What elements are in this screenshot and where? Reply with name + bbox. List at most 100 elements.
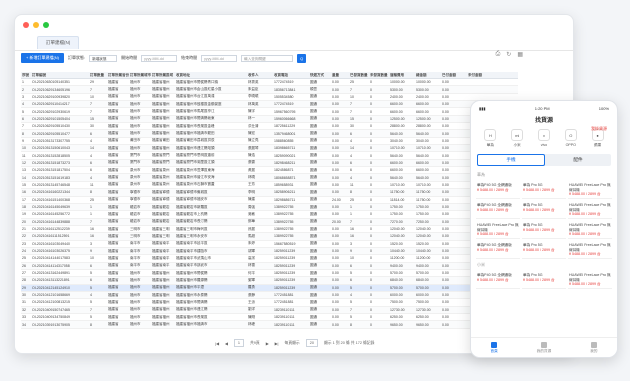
table-row[interactable]: 18 OI-20210416145049639 1 福建省 龍岩市 福建省龍岩 福建省龍岩市… (21, 203, 518, 212)
column-header[interactable]: 未付金額 (467, 73, 493, 78)
table-cell: 圓通 (310, 263, 317, 268)
table-row[interactable]: 9 OI-20210513173307755 4 福建省 莆田市 福建省莆田 福建省莆田市荔… (21, 138, 518, 146)
table-row[interactable]: 11 OI-20210513152818505 4 福建省 廈門市 福建省廈門 福建省廈門市… (21, 152, 518, 160)
start-date-input[interactable]: yyyy-MM-dd (141, 54, 178, 62)
per-page-select[interactable]: 20 (305, 339, 318, 347)
column-header[interactable]: 訂單所屬省份 (107, 73, 129, 78)
column-header[interactable]: 總金額 (415, 73, 441, 78)
table-row[interactable]: 28 OI-20210413113221891 6 福建省 福州市 福建省福州 福建省福州市… (21, 277, 518, 285)
product-card[interactable]: HUAWEI FreeLace Pro 無線耳機 ¥ 5488.00 / 2899… (476, 221, 520, 239)
table-cell: 0 (370, 124, 372, 129)
table-row[interactable]: 32 OI-20210409150747465 7 福建省 福州市 福建省福州 福建省福州市… (21, 306, 518, 314)
maximize-dot-icon[interactable] (43, 22, 49, 28)
table-row[interactable]: 16 OI-20210416160221344 8 福建省 寧德市 福建省寧德 福建省寧德市… (21, 189, 518, 197)
product-card[interactable]: 華為P40 5G 全網通版 ¥ 5488.00 / 2899 台 (476, 241, 520, 259)
product-card[interactable]: HUAWEI FreeLace Pro 無線耳機 ¥ 5488.00 / 2899… (568, 241, 612, 259)
column-header[interactable]: 訂單所屬城市 (129, 73, 151, 78)
keyword-input[interactable]: 輸入查詢關鍵 (241, 54, 294, 62)
table-row[interactable]: 17 OI-20210416151400368 25 福建省 寧德市 福建省寧德 福建省寧德… (21, 197, 518, 204)
column-header[interactable]: 收貨地址 (175, 73, 247, 78)
column-header[interactable]: 快遞方式 (309, 73, 331, 78)
product-card[interactable]: 華為 Pro 5G ¥ 5488.00 / 2899 台 (522, 271, 566, 289)
table-row[interactable]: 22 OI-20210416111512591 16 福建省 三明市 福建省三明 福建省三明… (21, 233, 518, 241)
table-row[interactable]: 14 OI-20210513151619183 4 福建省 泉州市 福建省泉州 福建省泉州市… (21, 174, 518, 182)
table-row[interactable]: 10 OI-20210513150610043 14 福建省 福州市 福建省福州 福建省福州… (21, 145, 518, 153)
product-card[interactable]: HUAWEI FreeLace Pro 無線耳機 ¥ 5488.00 / 2899… (568, 271, 612, 289)
table-row[interactable]: 31 OI-20210412100813215 5 福建省 福州市 福建省福州 福建省福州市… (21, 299, 518, 307)
table-row[interactable]: 4 OI-20210629110414217 7 福建省 福州市 福建省福州 福建省福州市鼓… (21, 101, 518, 109)
column-header[interactable]: 未發貨數量 (369, 73, 389, 78)
product-card[interactable]: 華為 Pro 5G ¥ 5488.00 / 2899 台 (522, 221, 566, 239)
table-cell: 0 (370, 138, 372, 143)
column-header[interactable]: 運輸費用 (389, 73, 415, 78)
page-input[interactable]: 1 (233, 339, 244, 347)
table-row[interactable]: 2 OI-20210629134605196 7 福建省 福州市 福建省福州 福建省福州市倉… (21, 86, 518, 94)
product-card[interactable]: HUAWEI FreeLace Pro 無線耳機 ¥ 5488.00 / 2899… (568, 201, 612, 219)
product-card[interactable]: HUAWEI FreeLace Pro 無線耳機 ¥ 5488.00 / 2899… (568, 181, 612, 199)
tab-orders[interactable]: 訂單建檔(N) (37, 36, 80, 49)
product-card[interactable]: 華為 Pro 5G ¥ 5488.00 / 2899 台 (522, 181, 566, 199)
nav-item[interactable]: 我的 (590, 341, 597, 354)
table-row[interactable]: 1 OI-20210630105140351 29 福建省 福州市 福建省福州 福建省福州市… (21, 79, 518, 87)
product-card[interactable]: 華為 Pro 5G ¥ 5488.00 / 2899 台 (522, 241, 566, 259)
last-page-button[interactable]: ▶| (275, 341, 279, 346)
table-row[interactable]: 6 OI-20210629101505404 15 福建省 福州市 福建省福州 福建省福州市… (21, 115, 518, 124)
table-row[interactable]: 33 OI-20210409134750849 5 福建省 福州市 福建省福州 福建省福州市… (21, 314, 518, 322)
table-row[interactable]: 3 OI-20210629100939820 10 福建省 福州市 福建省福州 福建省福州市… (21, 94, 518, 102)
status-select[interactable]: 新增狀態 (89, 54, 118, 62)
table-row[interactable]: 30 OI-20210412101658669 4 福建省 福州市 福建省福州 福建省福州市… (21, 291, 518, 300)
next-page-button[interactable]: ▶ (266, 341, 269, 346)
table-row[interactable]: 19 OI-20210416145256772 1 福建省 龍岩市 福建省龍岩 福建省龍岩市… (21, 211, 518, 219)
brand-item[interactable]: v vivo (537, 129, 550, 148)
minimize-dot-icon[interactable] (33, 22, 39, 28)
column-header[interactable]: 收件人 (247, 73, 273, 78)
product-card[interactable]: 華為P40 5G 全網通版 ¥ 5488.00 / 2899 台 (476, 181, 520, 199)
table-row[interactable]: 24 OI-20210416103026375 9 福建省 南平市 福建省南平 福建省南平市… (21, 247, 518, 256)
refresh-icon[interactable]: ↻ (506, 51, 511, 58)
nav-item[interactable]: 首頁 (491, 341, 498, 354)
table-row[interactable]: 34 OI-20210391913075905 8 福建省 福州市 福建省福州 福建省福州市… (21, 321, 518, 329)
table-row[interactable]: 7 OI-20210629105510430 30 福建省 福州市 福建省福州 福建省福州市… (21, 123, 518, 131)
column-header[interactable]: 重量 (331, 73, 349, 78)
nav-item[interactable]: 我的貨源 (537, 341, 551, 354)
table-row[interactable]: 20 OI-20210416144839888 7 福建省 龍岩市 福建省龍岩 福建省龍岩市… (21, 218, 518, 226)
table-row[interactable]: 8 OI-20210629105510477 6 福建省 福州市 福建省福州 福建省福州市福… (21, 130, 518, 138)
table-cell: 18239110111 (274, 307, 295, 312)
columns-icon[interactable]: ▦ (517, 51, 523, 58)
table-row[interactable]: 27 OI-20210413162449891 5 福建省 福州市 福建省福州 福建省福州市… (21, 270, 518, 278)
column-header[interactable]: 訂單數量 (89, 73, 107, 78)
column-header[interactable]: 已付金額 (441, 73, 467, 78)
table-cell: 福建省三明 (152, 226, 170, 231)
search-button[interactable]: Q (297, 53, 307, 63)
table-row[interactable]: 13 OI-20210513151817504 6 福建省 泉州市 福建省泉州 福建省泉州市… (21, 167, 518, 175)
brand-item[interactable]: O OPPO (564, 129, 577, 148)
table-row[interactable]: 15 OI-20210513145746548 11 福建省 泉州市 福建省泉州 福建省泉州… (21, 182, 518, 190)
product-card[interactable]: 華為P40 5G 全網通版 ¥ 5488.00 / 2899 台 (476, 201, 520, 219)
table-row[interactable]: 21 OI-20210416112512239 16 福建省 三明市 福建省三明 福建省三明… (21, 226, 518, 234)
print-icon[interactable]: ⎙ (495, 51, 500, 58)
table-row[interactable]: 29 OI-20210412145124910 5 福建省 福州市 福建省福州 福建省福州市… (21, 284, 518, 292)
tab-accessories[interactable]: 配件 (545, 154, 611, 166)
column-header[interactable]: 收貨電話 (273, 73, 309, 78)
end-date-input[interactable]: yyyy-MM-dd (201, 54, 238, 62)
table-row[interactable]: 26 OI-20210414114317058 6 福建省 南平市 福建省南平 福建省南平市… (21, 262, 518, 270)
first-page-button[interactable]: |◀ (215, 341, 219, 346)
new-order-button[interactable]: + 新增訂單建檔(N) (21, 53, 64, 63)
table-row[interactable]: 25 OI-20210414144017583 10 福建省 南平市 福建省南平 福建省南平… (21, 255, 518, 263)
column-header[interactable]: 已發貨數量 (349, 73, 369, 78)
column-header[interactable]: 序號 (21, 73, 31, 78)
product-card[interactable]: 華為P40 5G 全網通版 ¥ 5488.00 / 2899 台 (476, 271, 520, 289)
column-header[interactable]: 訂單所屬區域 (151, 73, 175, 78)
tab-phones[interactable]: 手機 (477, 154, 545, 166)
product-card[interactable]: HUAWEI FreeLace Pro 無線耳機 ¥ 5488.00 / 2899… (568, 221, 612, 239)
column-header[interactable]: 訂單編號 (31, 73, 89, 78)
close-dot-icon[interactable] (23, 22, 29, 28)
table-row[interactable]: 5 OI-20210629102930619 7 福建省 福州市 福建省福州 福建省福州市馬… (21, 108, 518, 116)
my-listings-link[interactable]: 我掛貨源 (591, 126, 607, 132)
table-row[interactable]: 23 OI-20210416103049440 3 福建省 南平市 福建省南平 福建省南平市… (21, 241, 518, 248)
prev-page-button[interactable]: ◀ (225, 341, 228, 346)
product-card[interactable]: 華為 Pro 5G ¥ 5488.00 / 2899 台 (522, 201, 566, 219)
brand-item[interactable]: mi 小米 (511, 129, 524, 148)
table-row[interactable]: 12 OI-20210513151873273 6 福建省 廈門市 福建省廈門 福建省廈門市… (21, 159, 518, 168)
brand-item[interactable]: H 華為 (484, 129, 497, 148)
